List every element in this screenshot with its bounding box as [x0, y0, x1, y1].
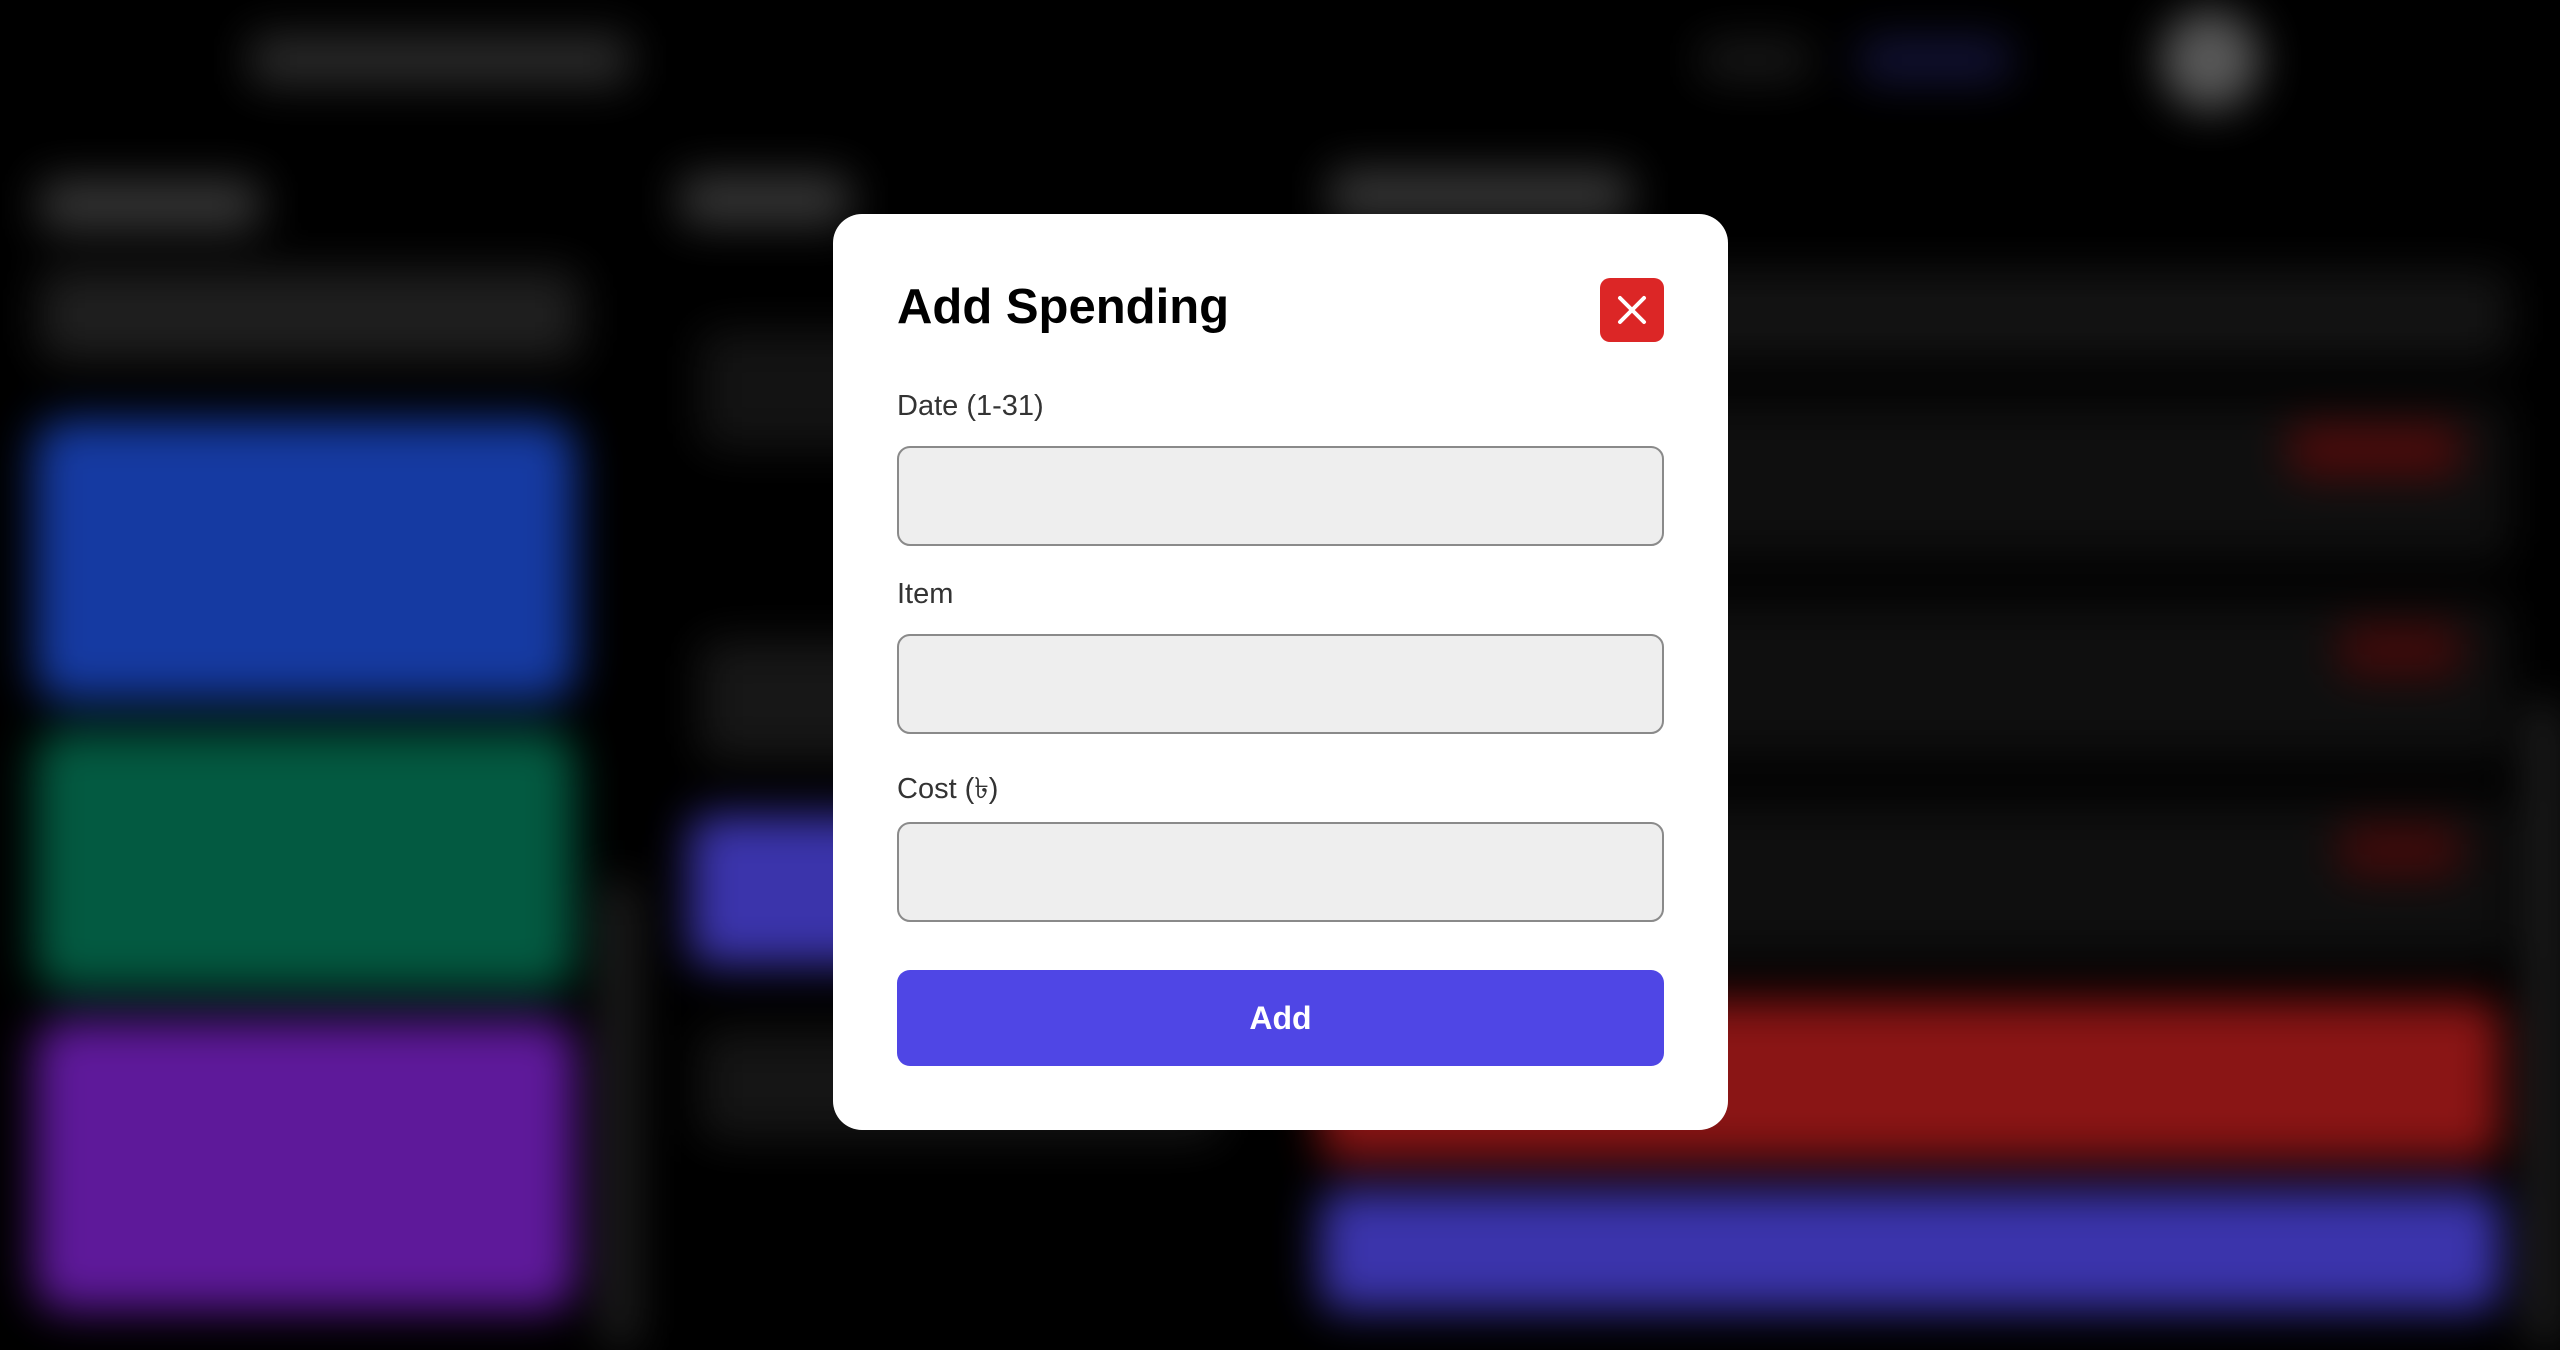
item-input[interactable] — [897, 634, 1664, 734]
item-label: Item — [897, 578, 954, 610]
dialog-title: Add Spending — [897, 280, 1230, 334]
close-button[interactable] — [1600, 278, 1664, 342]
date-label: Date (1-31) — [897, 390, 1044, 422]
cost-label: Cost (৳) — [897, 773, 999, 805]
add-button[interactable]: Add — [897, 970, 1664, 1066]
close-icon — [1618, 296, 1646, 324]
cost-input[interactable] — [897, 822, 1664, 922]
date-input[interactable] — [897, 446, 1664, 546]
add-spending-dialog: Add Spending Date (1-31) Item Cost (৳) A… — [833, 214, 1728, 1130]
